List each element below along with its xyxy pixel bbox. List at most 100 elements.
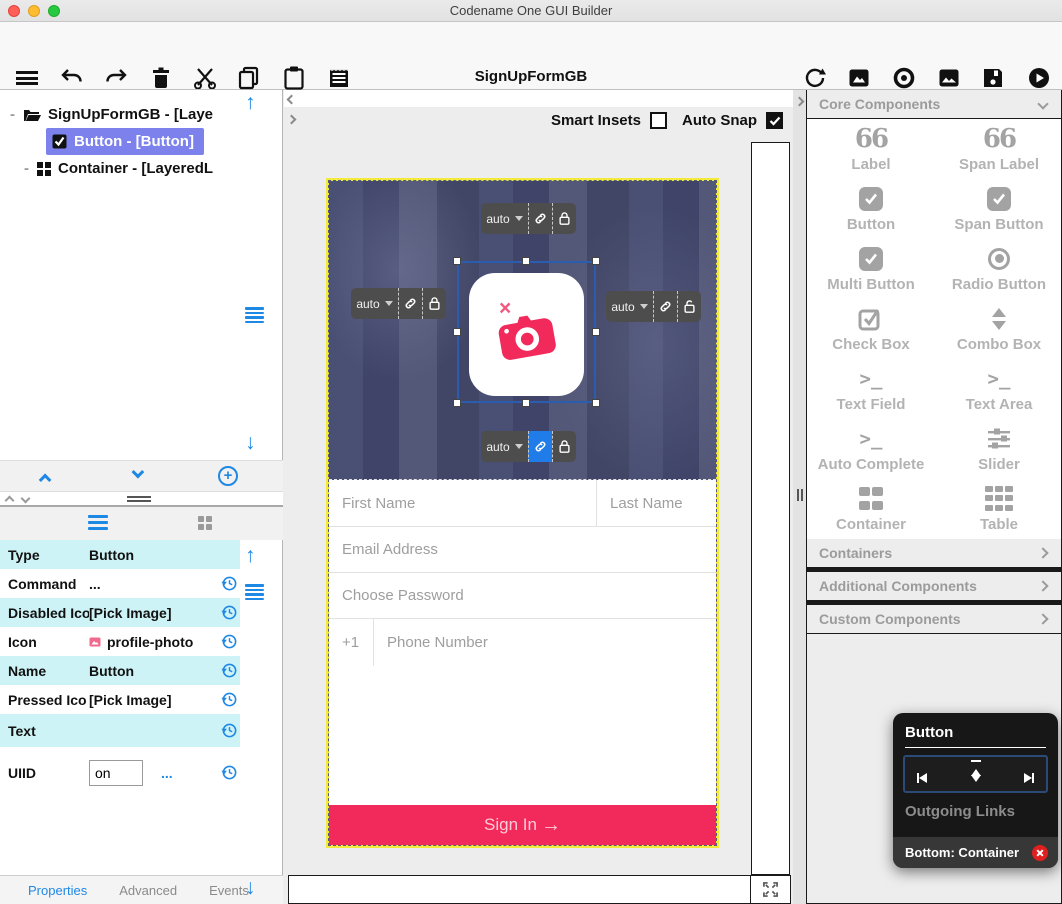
resize-handle-w[interactable]: [453, 328, 461, 336]
list-view-icon[interactable]: [88, 512, 108, 533]
record-icon[interactable]: [889, 63, 919, 93]
palette-item-radio-button[interactable]: Radio Button: [935, 239, 1062, 299]
align-bottom-icon[interactable]: [971, 769, 981, 787]
phone-prefix-field[interactable]: +1: [329, 619, 374, 666]
revert-history-icon[interactable]: [221, 662, 238, 679]
palette-item-button[interactable]: Button: [807, 179, 935, 239]
resize-handle-se[interactable]: [592, 399, 600, 407]
palette-item-text-area[interactable]: >_ Text Area: [935, 359, 1062, 419]
last-name-field[interactable]: Last Name: [597, 480, 716, 526]
link-inset-icon[interactable]: [653, 291, 677, 322]
resize-handle-nw[interactable]: [453, 257, 461, 265]
palette-item-span-label[interactable]: 66 Span Label: [935, 119, 1062, 179]
expand-all-icon[interactable]: [132, 466, 145, 479]
refresh-icon[interactable]: [800, 63, 830, 93]
property-row[interactable]: Type Button: [0, 540, 240, 569]
move-down-arrow[interactable]: ↓: [245, 432, 256, 453]
resize-handle-n[interactable]: [522, 257, 530, 265]
grid-view-icon[interactable]: [198, 516, 212, 530]
panel-splitter[interactable]: [0, 492, 283, 507]
expand-left-panel-icon[interactable]: [287, 115, 297, 125]
tree-collapse-toggle[interactable]: -: [10, 106, 15, 123]
image-2-icon[interactable]: [934, 63, 964, 93]
password-field[interactable]: Choose Password: [329, 573, 716, 618]
property-row[interactable]: Pressed Ico [Pick Image]: [0, 685, 240, 714]
canvas-side-strip[interactable]: [751, 142, 790, 875]
delete-link-icon[interactable]: [1032, 845, 1048, 861]
property-row[interactable]: Disabled Ico [Pick Image]: [0, 598, 240, 627]
section-additional-components[interactable]: Additional Components: [807, 572, 1061, 601]
splitter-up-icon[interactable]: [5, 496, 15, 506]
palette-item-multi-button[interactable]: Multi Button: [807, 239, 935, 299]
property-row[interactable]: Name Button: [0, 656, 240, 685]
auto-snap-checkbox[interactable]: [766, 112, 783, 129]
palette-item-span-button[interactable]: Span Button: [935, 179, 1062, 239]
first-name-field[interactable]: First Name: [329, 480, 597, 526]
tree-item-container[interactable]: - Container - [LayeredL: [24, 155, 213, 182]
resize-handle-ne[interactable]: [592, 257, 600, 265]
form-preview[interactable]: × auto auto: [326, 178, 719, 848]
section-custom-components[interactable]: Custom Components: [807, 605, 1061, 634]
tree-item-button[interactable]: Button - [Button]: [46, 128, 204, 155]
save-icon[interactable]: [978, 63, 1008, 93]
palette-item-table[interactable]: Table: [935, 479, 1062, 539]
tab-advanced[interactable]: Advanced: [119, 883, 177, 898]
email-field[interactable]: Email Address: [329, 527, 716, 572]
lock-inset-icon[interactable]: [552, 431, 576, 462]
right-panel-splitter[interactable]: [793, 90, 806, 904]
property-row-uiid[interactable]: UIID ...: [0, 747, 240, 799]
move-up-arrow[interactable]: ↑: [245, 92, 256, 113]
outgoing-link-row[interactable]: Bottom: Container: [893, 837, 1058, 868]
palette-item-container[interactable]: Container: [807, 479, 935, 539]
resize-handle-s[interactable]: [522, 399, 530, 407]
properties-scroll-up-arrow[interactable]: ↑: [245, 545, 256, 566]
properties-scroll-down-arrow[interactable]: ↓: [245, 877, 256, 898]
fullscreen-expand-icon[interactable]: [750, 876, 790, 903]
lock-inset-icon[interactable]: [552, 203, 576, 234]
property-row[interactable]: Text: [0, 714, 240, 747]
splitter-down-icon[interactable]: [21, 494, 31, 504]
property-row[interactable]: Command ...: [0, 569, 240, 598]
revert-history-icon[interactable]: [221, 764, 238, 781]
palette-item-combo-box[interactable]: Combo Box: [935, 299, 1062, 359]
profile-photo-button[interactable]: ×: [469, 273, 584, 396]
phone-field[interactable]: Phone Number: [374, 619, 716, 666]
revert-history-icon[interactable]: [221, 604, 238, 621]
palette-item-text-field[interactable]: >_ Text Field: [807, 359, 935, 419]
property-row[interactable]: Icon profile-photo: [0, 627, 240, 656]
align-right-icon[interactable]: [1024, 769, 1034, 787]
uiid-more-button[interactable]: ...: [161, 765, 173, 781]
inset-bottom-dropdown[interactable]: auto: [481, 431, 528, 462]
revert-history-icon[interactable]: [221, 691, 238, 708]
inset-top-dropdown[interactable]: auto: [481, 203, 528, 234]
inset-right-dropdown[interactable]: auto: [606, 291, 653, 322]
unlock-inset-icon[interactable]: [677, 291, 701, 322]
resize-handle-e[interactable]: [592, 328, 600, 336]
collapse-right-panel-icon[interactable]: [795, 97, 805, 107]
smart-insets-checkbox[interactable]: [650, 112, 667, 129]
play-icon[interactable]: [1024, 63, 1054, 93]
uiid-input[interactable]: [89, 760, 143, 786]
section-containers[interactable]: Containers: [807, 539, 1061, 568]
link-inset-active-icon[interactable]: [528, 431, 552, 462]
tree-collapse-toggle[interactable]: -: [24, 160, 29, 177]
link-inset-icon[interactable]: [398, 288, 422, 319]
palette-item-slider[interactable]: Slider: [935, 419, 1062, 479]
link-inset-icon[interactable]: [528, 203, 552, 234]
add-component-button[interactable]: +: [218, 466, 238, 486]
sign-in-button[interactable]: Sign In →: [329, 805, 716, 845]
tree-menu-icon[interactable]: [245, 305, 264, 325]
inset-left-dropdown[interactable]: auto: [351, 288, 398, 319]
align-left-icon[interactable]: [917, 769, 927, 787]
resize-handle-sw[interactable]: [453, 399, 461, 407]
image-icon[interactable]: [844, 63, 874, 93]
properties-menu-icon[interactable]: [245, 582, 264, 602]
palette-item-check-box[interactable]: Check Box: [807, 299, 935, 359]
revert-history-icon[interactable]: [221, 722, 238, 739]
tab-events[interactable]: Events: [209, 883, 249, 898]
tab-properties[interactable]: Properties: [28, 883, 87, 898]
section-core-components[interactable]: Core Components: [807, 90, 1061, 119]
revert-history-icon[interactable]: [221, 575, 238, 592]
splitter-grip[interactable]: [796, 488, 804, 506]
lock-inset-icon[interactable]: [422, 288, 446, 319]
